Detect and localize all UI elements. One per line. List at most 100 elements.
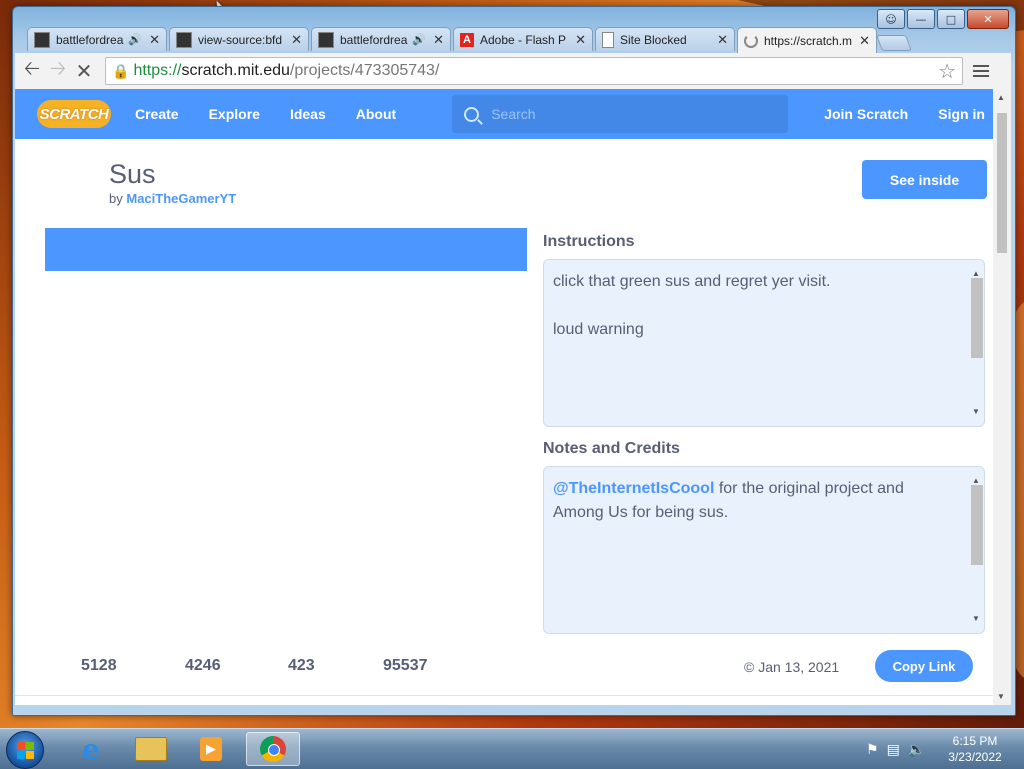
taskbar: e ▶ ⚑ ▤ 🔈 6:15 PM 3/23/2022 (0, 728, 1024, 769)
shared-date: © Jan 13, 2021 (744, 659, 840, 675)
scratch-logo[interactable]: SCRATCH (37, 100, 111, 128)
page-scroll-thumb[interactable] (997, 113, 1007, 253)
tab-title: battlefordrea (56, 32, 124, 47)
stat-favorites: 4246 (185, 657, 221, 674)
bookmark-star-icon[interactable]: ☆ (938, 59, 956, 84)
scroll-down-icon[interactable]: ▼ (972, 400, 980, 424)
loading-spinner-icon (744, 33, 758, 48)
page-icon (602, 31, 614, 48)
copy-link-button[interactable]: Copy Link (875, 650, 973, 682)
notes-box[interactable]: @TheInternetIsCoool for the original pro… (543, 466, 985, 634)
media-player-icon[interactable]: ▶ (184, 732, 238, 766)
tab-battlefordream-1[interactable]: battlefordrea 🔊 ✕ (27, 27, 167, 51)
window-controls: ☺ — □ ✕ (877, 9, 1009, 29)
project-title: Sus (109, 159, 156, 189)
nav-create[interactable]: Create (135, 106, 179, 122)
page-viewport: SCRATCH Create Explore Ideas About Searc… (15, 89, 993, 705)
close-window-button[interactable]: ✕ (967, 9, 1009, 29)
join-scratch-link[interactable]: Join Scratch (824, 106, 908, 122)
stat-loves: 5128 (81, 657, 117, 674)
adobe-icon: A (460, 32, 474, 47)
close-tab-icon[interactable]: ✕ (859, 33, 870, 49)
stop-loading-icon[interactable]: ✕ (71, 59, 97, 83)
forward-arrow-icon[interactable]: 🡢 (45, 54, 71, 88)
close-tab-icon[interactable]: ✕ (433, 32, 444, 48)
close-tab-icon[interactable]: ✕ (291, 32, 302, 48)
notes-scrollbar[interactable]: ▲ ▼ (968, 467, 984, 633)
tab-strip: battlefordrea 🔊 ✕ view-source:bfd ✕ batt… (27, 27, 912, 53)
browser-window: ☺ — □ ✕ battlefordrea 🔊 ✕ view-source:bf… (12, 6, 1016, 716)
internet-explorer-icon[interactable]: e (64, 732, 118, 766)
chrome-taskbar-icon[interactable] (246, 732, 300, 766)
instructions-heading: Instructions (543, 233, 635, 250)
tab-adobe-flash[interactable]: A Adobe - Flash P ✕ (453, 27, 593, 51)
tab-title: Adobe - Flash P (480, 32, 567, 47)
windows-logo-icon (26, 751, 34, 759)
system-clock[interactable]: 6:15 PM 3/23/2022 (935, 733, 1015, 765)
scroll-down-icon[interactable]: ▼ (972, 607, 980, 631)
minimize-button[interactable]: — (907, 9, 935, 29)
project-stage-bar[interactable] (45, 228, 527, 271)
see-inside-button[interactable]: See inside (862, 160, 987, 199)
nav-about[interactable]: About (356, 106, 396, 122)
dark-square-icon (318, 31, 334, 48)
address-bar[interactable]: 🔒 https:// scratch.mit.edu /projects/473… (105, 57, 963, 85)
scroll-up-icon[interactable]: ▲ (997, 93, 1005, 102)
browser-toolbar: 🡠 🡢 ✕ 🔒 https:// scratch.mit.edu /projec… (15, 53, 1011, 90)
browser-menu-icon[interactable] (973, 62, 989, 80)
tab-site-blocked[interactable]: Site Blocked ✕ (595, 27, 735, 51)
url-scheme: https:// (133, 62, 182, 79)
tab-title: view-source:bfd (198, 32, 283, 47)
scroll-thumb[interactable] (971, 485, 983, 565)
scroll-down-icon[interactable]: ▼ (997, 692, 1005, 701)
close-tab-icon[interactable]: ✕ (575, 32, 586, 48)
author-link[interactable]: MaciTheGamerYT (126, 191, 236, 206)
close-tab-icon[interactable]: ✕ (717, 32, 728, 48)
mention-link[interactable]: @TheInternetIsCoool (553, 480, 714, 497)
windows-logo-icon (26, 742, 34, 750)
back-arrow-icon[interactable]: 🡠 (19, 54, 45, 88)
search-placeholder: Search (491, 106, 536, 122)
network-icon[interactable]: ▤ (887, 741, 900, 758)
tab-scratch[interactable]: https://scratch.m ✕ (737, 27, 877, 53)
speaker-icon[interactable]: 🔊 (128, 33, 142, 46)
instructions-line: click that green sus and regret yer visi… (553, 273, 831, 290)
url-path: /projects/473305743/ (289, 62, 440, 79)
tab-title: https://scratch.m (764, 33, 853, 48)
stat-remixes: 423 (288, 657, 315, 674)
scroll-thumb[interactable] (971, 278, 983, 358)
scratch-navbar: SCRATCH Create Explore Ideas About Searc… (15, 89, 993, 139)
dark-square-icon (176, 31, 192, 48)
system-tray: ⚑ ▤ 🔈 (866, 741, 925, 758)
close-tab-icon[interactable]: ✕ (149, 32, 160, 48)
nav-explore[interactable]: Explore (209, 106, 260, 122)
instructions-box[interactable]: click that green sus and regret yer visi… (543, 259, 985, 427)
search-icon (464, 106, 480, 122)
maximize-button[interactable]: □ (937, 9, 965, 29)
clock-time: 6:15 PM (952, 734, 998, 748)
new-tab-button[interactable] (876, 35, 912, 51)
tab-battlefordream-2[interactable]: battlefordrea 🔊 ✕ (311, 27, 451, 51)
start-button[interactable] (6, 731, 44, 769)
speaker-icon[interactable]: 🔊 (412, 33, 426, 46)
lock-icon: 🔒 (112, 62, 130, 79)
volume-icon[interactable]: 🔈 (908, 741, 925, 758)
action-center-flag-icon[interactable]: ⚑ (866, 741, 879, 758)
tab-title: Site Blocked (620, 32, 687, 47)
user-icon[interactable]: ☺ (877, 9, 905, 29)
windows-logo-icon (17, 742, 25, 750)
search-input[interactable]: Search (452, 95, 789, 133)
dark-square-icon (34, 31, 50, 48)
nav-ideas[interactable]: Ideas (290, 106, 326, 122)
project-author-line: by MaciTheGamerYT (109, 191, 236, 206)
sign-in-link[interactable]: Sign in (938, 106, 985, 122)
file-explorer-icon[interactable] (124, 732, 178, 766)
page-scrollbar[interactable]: ▲ ▼ (993, 89, 1011, 705)
instructions-scrollbar[interactable]: ▲ ▼ (968, 260, 984, 426)
by-label: by (109, 191, 123, 206)
windows-logo-icon (17, 751, 25, 759)
instructions-line: loud warning (553, 321, 644, 338)
divider (15, 695, 993, 696)
clock-date: 3/23/2022 (948, 750, 1002, 764)
tab-view-source[interactable]: view-source:bfd ✕ (169, 27, 309, 51)
